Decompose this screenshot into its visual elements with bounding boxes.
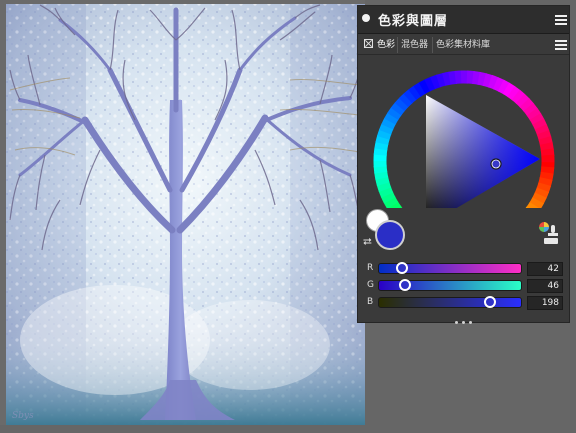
saturation-value-triangle[interactable]: [426, 95, 540, 208]
tab-color[interactable]: 色彩: [374, 37, 398, 53]
slider-row-red: R 42: [358, 262, 571, 277]
triangle-picker-knob-inner: [491, 159, 501, 169]
circle-dot-icon[interactable]: [362, 14, 370, 22]
red-slider-knob[interactable]: [396, 262, 409, 274]
tab-color-set-library[interactable]: 色彩集材料庫: [432, 37, 493, 53]
green-slider-track[interactable]: [378, 279, 522, 291]
slider-label-b: B: [367, 297, 374, 307]
tab-bar: 色彩 混色器 色彩集材料庫: [358, 36, 569, 55]
green-value-field[interactable]: 46: [527, 279, 563, 293]
panel-header[interactable]: 色彩與圖層: [358, 6, 569, 34]
color-wheel[interactable]: [358, 58, 571, 208]
swap-arrows-icon[interactable]: ⮂: [363, 235, 372, 249]
blue-slider-track[interactable]: [378, 296, 522, 308]
slider-row-green: G 46: [358, 279, 571, 294]
hue-ring-segment: [526, 202, 540, 208]
svg-text:Sbys: Sbys: [12, 411, 34, 421]
blue-slider-knob[interactable]: [483, 296, 496, 308]
slider-label-g: G: [367, 280, 374, 290]
hamburger-menu-icon[interactable]: [555, 15, 567, 25]
hamburger-menu-icon[interactable]: [555, 40, 567, 50]
red-slider-track[interactable]: [378, 262, 522, 274]
green-slider-knob[interactable]: [398, 279, 411, 291]
eyedropper-stamp-icon[interactable]: [538, 221, 560, 247]
red-value-field[interactable]: 42: [527, 262, 563, 276]
main-color-swatch[interactable]: [375, 220, 405, 250]
more-dots-icon[interactable]: [453, 309, 474, 328]
close-box-icon[interactable]: [364, 39, 373, 48]
artwork-tree-painting[interactable]: Sbys: [0, 0, 365, 425]
drawing-canvas[interactable]: Sbys: [0, 0, 365, 425]
panel-title: 色彩與圖層: [378, 14, 449, 29]
slider-label-r: R: [367, 263, 374, 273]
tab-color-mixer[interactable]: 混色器: [397, 37, 431, 53]
blue-value-field[interactable]: 198: [527, 296, 563, 310]
color-layer-panel: 色彩與圖層 色彩 混色器 色彩集材料庫 ⮂ R 42 G 46 B 198: [357, 5, 571, 324]
